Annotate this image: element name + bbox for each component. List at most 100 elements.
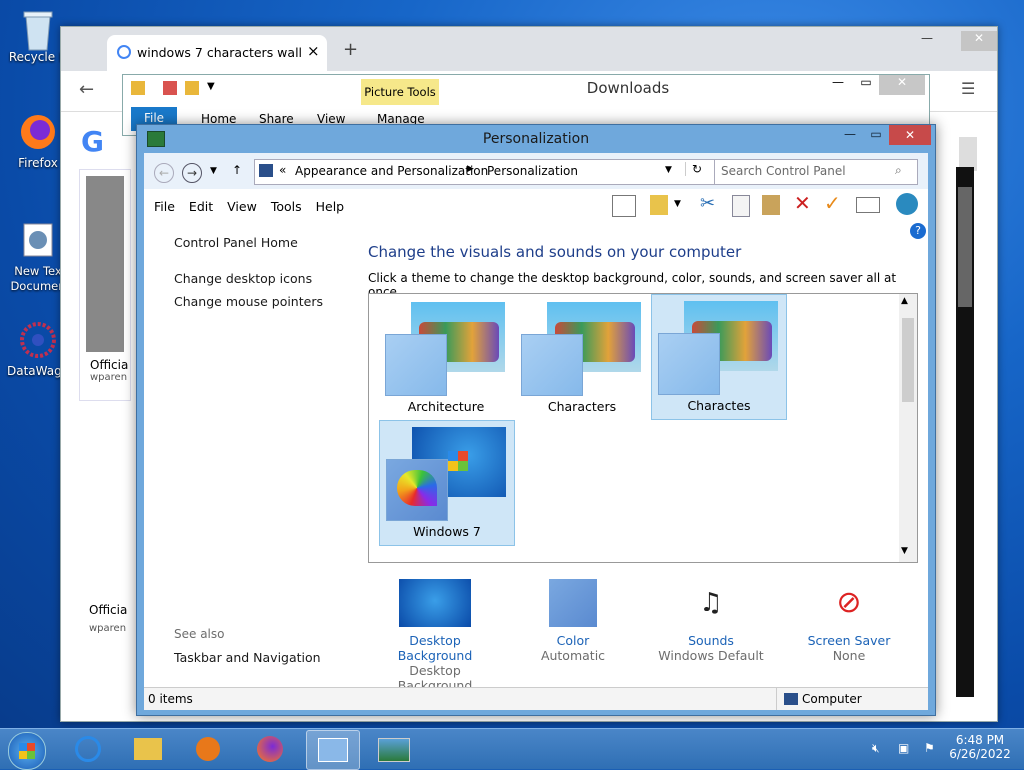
refresh-icon[interactable]: ↻ xyxy=(685,162,702,176)
desktop-background-icon xyxy=(399,579,471,627)
result-source: wparen xyxy=(89,623,127,634)
properties-icon[interactable] xyxy=(856,197,880,213)
window-content: ← → ▼ ↑ « Appearance and Personalization… xyxy=(144,153,928,710)
recent-locations-icon[interactable]: ▼ xyxy=(210,166,217,176)
result-title: Officia xyxy=(89,603,128,617)
volume-muted-icon[interactable]: 🔇︎ xyxy=(872,741,880,756)
scroll-thumb[interactable] xyxy=(902,318,914,402)
taskbar-firefox[interactable] xyxy=(244,730,296,768)
control-panel-home-link[interactable]: Control Panel Home xyxy=(174,235,298,250)
search-box[interactable]: Search Control Panel ⌕ xyxy=(714,159,918,185)
back-icon[interactable]: ← xyxy=(154,163,174,183)
theme-characters[interactable]: Characters xyxy=(515,296,649,420)
address-bar[interactable]: « Appearance and Personalization ▶ Perso… xyxy=(254,159,794,185)
quick-access-dropdown-icon[interactable]: ▼ xyxy=(207,81,215,92)
taskbar-navigation-link[interactable]: Taskbar and Navigation xyxy=(174,650,321,665)
copy-icon[interactable] xyxy=(732,195,750,217)
change-mouse-pointers-link[interactable]: Change mouse pointers xyxy=(174,294,323,309)
theme-charactes[interactable]: Charactes xyxy=(651,294,787,420)
clock-date: 6/26/2022 xyxy=(949,747,1011,761)
cut-icon[interactable]: ✂ xyxy=(700,193,715,214)
screen-saver-item[interactable]: ⊘ Screen Saver None xyxy=(794,579,904,663)
taskbar-media-player[interactable] xyxy=(182,730,234,768)
see-also-heading: See also xyxy=(174,627,225,641)
datawago-icon xyxy=(18,320,58,360)
start-button[interactable] xyxy=(8,732,46,770)
maximize-button[interactable]: ▭ xyxy=(863,127,889,147)
status-items: 0 items xyxy=(148,692,193,706)
menu-file[interactable]: File xyxy=(154,199,175,214)
search-icon[interactable]: ⌕ xyxy=(895,163,902,178)
menu-tools[interactable]: Tools xyxy=(271,199,302,214)
personalization-window: Personalization — ▭ ✕ ← → ▼ ↑ « Appearan… xyxy=(136,124,936,716)
crumb-personalization[interactable]: Personalization xyxy=(487,164,578,178)
theme-architecture[interactable]: Architecture xyxy=(379,296,513,420)
theme-windows-7[interactable]: Windows 7 xyxy=(379,420,515,546)
sounds-item[interactable]: ♫ Sounds Windows Default xyxy=(656,579,766,663)
taskbar-control-panel[interactable] xyxy=(306,730,360,770)
chrome-menu-icon[interactable]: ☰ xyxy=(961,79,975,98)
firefox-icon xyxy=(18,112,58,152)
text-document-icon xyxy=(18,220,58,260)
help-icon[interactable]: ? xyxy=(910,223,926,239)
globe-icon[interactable] xyxy=(896,193,918,215)
minimize-button[interactable]: — xyxy=(837,127,863,147)
address-dropdown-icon[interactable]: ▼ xyxy=(665,165,672,175)
desktop-background-item[interactable]: Desktop Background Desktop Background xyxy=(380,579,490,693)
theme-scrollbar[interactable]: ▲ ▼ xyxy=(899,294,917,562)
properties-icon[interactable] xyxy=(163,81,177,95)
menu-view[interactable]: View xyxy=(227,199,257,214)
computer-icon xyxy=(784,693,798,705)
windows-logo-icon xyxy=(19,743,35,759)
delete-icon[interactable]: ✕ xyxy=(794,191,811,215)
result-card[interactable]: Officia wparen xyxy=(79,169,131,401)
crumb-appearance[interactable]: Appearance and Personalization xyxy=(295,164,488,178)
chrome-minimize-button[interactable]: — xyxy=(921,31,933,45)
media-player-icon xyxy=(196,737,220,761)
chrome-close-button[interactable]: ✕ xyxy=(961,31,997,51)
chrome-scrollbar-thumb[interactable] xyxy=(959,137,977,171)
explorer-close-button[interactable]: ✕ xyxy=(879,75,925,95)
search-input[interactable]: Search Control Panel xyxy=(721,164,846,178)
taskbar-file-explorer[interactable] xyxy=(122,730,174,768)
layout-icon[interactable] xyxy=(612,195,636,217)
scroll-down-icon[interactable]: ▼ xyxy=(901,546,908,556)
close-button[interactable]: ✕ xyxy=(889,125,931,145)
taskbar: 🔇︎ ▣ ⚑ 6:48 PM 6/26/2022 xyxy=(0,728,1024,770)
change-desktop-icons-link[interactable]: Change desktop icons xyxy=(174,271,312,286)
network-icon[interactable]: ▣ xyxy=(898,741,909,755)
explorer-minimize-button[interactable]: — xyxy=(825,75,851,95)
action-center-icon[interactable]: ⚑ xyxy=(924,741,935,755)
new-folder-icon[interactable] xyxy=(185,81,199,95)
menu-bar: File Edit View Tools Help xyxy=(154,199,358,214)
explorer-maximize-button[interactable]: ▭ xyxy=(853,75,879,95)
picture-tools-tab: Picture Tools xyxy=(361,79,439,105)
folder-options-icon[interactable] xyxy=(650,195,668,215)
paste-icon[interactable] xyxy=(762,195,780,215)
address-overflow[interactable]: « xyxy=(279,163,286,177)
up-icon[interactable]: ↑ xyxy=(232,163,242,177)
checkmark-icon[interactable]: ✓ xyxy=(824,191,841,215)
recycle-bin-icon xyxy=(18,6,58,51)
color-item[interactable]: Color Automatic xyxy=(518,579,628,663)
control-panel-icon xyxy=(318,738,348,762)
sounds-icon: ♫ xyxy=(699,588,723,618)
forward-icon[interactable]: → xyxy=(182,163,202,183)
color-palette-icon xyxy=(386,459,448,521)
chrome-tab[interactable]: windows 7 characters wallpaper × xyxy=(107,35,327,71)
scroll-up-icon[interactable]: ▲ xyxy=(901,296,908,306)
theme-color-preview xyxy=(385,334,447,396)
tab-close-icon[interactable]: × xyxy=(307,42,320,60)
screen-saver-icon: ⊘ xyxy=(836,585,862,620)
back-button[interactable]: ← xyxy=(79,79,94,100)
dark-page-region xyxy=(956,167,974,697)
main-heading: Change the visuals and sounds on your co… xyxy=(368,243,742,261)
taskbar-photo-viewer[interactable] xyxy=(368,730,420,768)
taskbar-internet-explorer[interactable] xyxy=(62,730,114,768)
menu-help[interactable]: Help xyxy=(316,199,345,214)
menu-edit[interactable]: Edit xyxy=(189,199,213,214)
folder-dropdown-icon[interactable]: ▼ xyxy=(674,199,681,209)
crumb-separator-icon[interactable]: ▶ xyxy=(467,164,474,174)
clock[interactable]: 6:48 PM 6/26/2022 xyxy=(948,733,1012,761)
new-tab-button[interactable]: + xyxy=(343,39,358,60)
